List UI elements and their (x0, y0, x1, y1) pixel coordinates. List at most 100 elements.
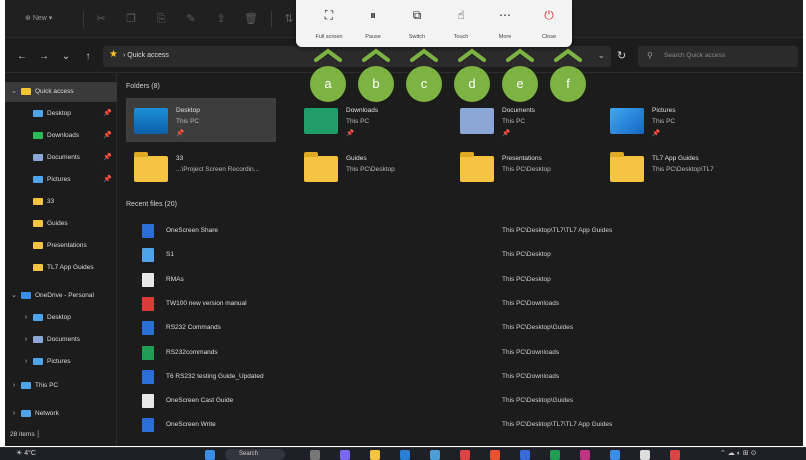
file-location: This PC\Downloads (502, 348, 560, 356)
excel-icon[interactable] (550, 450, 560, 460)
chevron-right-icon[interactable]: › (21, 308, 31, 328)
screen-share-control-popup: ⛶ Full screen ⏸ Pause ⧉ Switch ☝ Touch ⋯ More ⏻ Clo… (296, 0, 572, 47)
folders-heading[interactable]: Folders (8) (126, 83, 160, 90)
address-bar[interactable]: ★ › Quick access ⌄ (103, 46, 611, 67)
chevron-down-icon[interactable]: ⌄ (9, 286, 19, 306)
file-location: This PC\Desktop\Guides (502, 397, 574, 405)
rename-icon[interactable]: ✎ (183, 11, 199, 27)
folder-tile[interactable]: Desktop This PC 📌 (126, 98, 276, 142)
chevron-down-icon[interactable]: ⌄ (597, 50, 605, 61)
folder-tile[interactable]: Presentations This PC\Desktop (452, 146, 602, 190)
copy-icon[interactable]: ❐ (123, 11, 139, 27)
task-view-icon[interactable] (310, 450, 320, 460)
recent-locations-button[interactable]: ⌄ (59, 50, 73, 64)
folder-tile[interactable]: Downloads This PC 📌 (296, 98, 446, 142)
back-button[interactable]: ← (15, 50, 29, 64)
recent-file-row[interactable]: OneScreen Write This PC\Desktop\TL7\TL7 A… (132, 414, 792, 436)
pin-icon: 📌 (103, 154, 112, 161)
pause-button[interactable]: ⏸ Pause (350, 4, 396, 44)
sidebar-item[interactable]: › Desktop (5, 308, 117, 328)
teams-icon[interactable] (340, 450, 350, 460)
taskbar-search[interactable]: Search (225, 449, 285, 460)
chevron-right-icon[interactable]: › (9, 404, 19, 424)
sidebar-item[interactable]: Presentations (5, 236, 117, 256)
sort-icon[interactable]: ⇅ (281, 11, 297, 27)
file-explorer-icon[interactable] (370, 450, 380, 460)
store-icon[interactable] (430, 450, 440, 460)
status-bar: 28 items │ (10, 431, 41, 438)
folder-tile[interactable]: Documents This PC 📌 (452, 98, 602, 142)
sidebar-item[interactable]: ⌄ Quick access (5, 82, 117, 102)
sidebar-item[interactable]: Desktop 📌 (5, 104, 117, 124)
delete-icon[interactable]: 🗑 (243, 11, 259, 27)
folder-name: 33 (176, 155, 184, 162)
start-button[interactable] (205, 450, 215, 460)
sidebar-item[interactable]: › Documents (5, 330, 117, 350)
switch-button[interactable]: ⧉ Switch (394, 4, 440, 44)
more-button[interactable]: ⋯ More (482, 4, 528, 44)
chevron-right-icon[interactable]: › (21, 352, 31, 372)
folder-path: This PC\Desktop (346, 166, 395, 173)
sidebar-item[interactable]: ⌄ OneDrive - Personal (5, 286, 117, 306)
recent-file-row[interactable]: RS232 Commands This PC\Desktop\Guides (132, 317, 792, 339)
up-button[interactable]: ↑ (81, 50, 95, 64)
new-button[interactable]: ⊕ New ▾ (19, 11, 58, 27)
share-icon[interactable]: ⇪ (213, 11, 229, 27)
callout-letter: f (550, 66, 586, 102)
recent-file-row[interactable]: OneScreen Cast Guide This PC\Desktop\Guid… (132, 390, 792, 412)
sidebar-item-label: Downloads (47, 132, 80, 139)
forward-button[interactable]: → (37, 50, 51, 64)
close-icon: ⏻ (544, 8, 554, 22)
chevron-down-icon[interactable]: ⌄ (9, 82, 19, 102)
word-icon[interactable] (520, 450, 530, 460)
full-screen-button[interactable]: ⛶ Full screen (306, 4, 352, 44)
app-icon[interactable] (580, 450, 590, 460)
more-icon: ⋯ (499, 8, 511, 22)
folder-tile[interactable]: TL7 App Guides This PC\Desktop\TL7 (602, 146, 752, 190)
sidebar-item[interactable]: › Network (5, 404, 117, 424)
close-button[interactable]: ⏻ Close (526, 4, 572, 44)
sidebar-item[interactable]: Pictures 📌 (5, 170, 117, 190)
folder-tile[interactable]: Guides This PC\Desktop (296, 146, 446, 190)
sidebar-item[interactable]: Downloads 📌 (5, 126, 117, 146)
computer-icon (21, 382, 31, 389)
recent-files-heading[interactable]: Recent files (20) (126, 201, 177, 208)
app-icon[interactable] (610, 450, 620, 460)
popup-button-label: Pause (365, 34, 381, 40)
desktop-icon (33, 110, 43, 117)
weather-widget[interactable]: ☀ 4°C (16, 449, 36, 457)
app-icon[interactable] (670, 450, 680, 460)
sidebar-item[interactable]: Documents 📌 (5, 148, 117, 168)
search-box[interactable]: ⚲ Search Quick access (638, 46, 798, 67)
app-icon[interactable] (460, 450, 470, 460)
refresh-icon[interactable]: ↻ (617, 49, 626, 62)
network-icon (21, 410, 31, 417)
chrome-icon[interactable] (490, 450, 500, 460)
recent-file-row[interactable]: S1 This PC\Desktop (132, 244, 792, 266)
folder-tile[interactable]: Pictures This PC 📌 (602, 98, 752, 142)
sidebar-item[interactable]: 33 (5, 192, 117, 212)
folder-tile[interactable]: 33 ...\Project Screen Recordin... (126, 146, 276, 190)
sidebar-item[interactable]: › Pictures (5, 352, 117, 372)
touch-button[interactable]: ☝ Touch (438, 4, 484, 44)
paste-icon[interactable]: ⎘ (153, 11, 169, 27)
sidebar-item[interactable]: › This PC (5, 376, 117, 396)
recent-file-row[interactable]: OneScreen Share This PC\Desktop\TL7\TL7 A… (132, 220, 792, 242)
recent-file-row[interactable]: RS232commands This PC\Downloads (132, 342, 792, 364)
cut-icon[interactable]: ✂ (93, 11, 109, 27)
sidebar-item-label: Desktop (47, 110, 71, 117)
sidebar-item[interactable]: TL7 App Guides (5, 258, 117, 278)
folder-icon (33, 264, 43, 271)
file-location: This PC\Desktop (502, 275, 551, 283)
recent-file-row[interactable]: T6 RS232 testing Guide_Updated This PC\Do… (132, 366, 792, 388)
chevron-right-icon[interactable]: › (21, 330, 31, 350)
recent-file-row[interactable]: RMAs This PC\Desktop (132, 269, 792, 291)
recent-file-row[interactable]: TW100 new version manual This PC\Download… (132, 293, 792, 315)
sidebar-item[interactable]: Guides (5, 214, 117, 234)
system-tray[interactable]: ⌃ ☁ ◐ ⊞ ⊙ (720, 449, 757, 457)
chevron-right-icon[interactable]: › (9, 376, 19, 396)
edge-icon[interactable] (400, 450, 410, 460)
file-name: RS232commands (166, 348, 218, 356)
breadcrumb[interactable]: › Quick access (123, 52, 169, 59)
app-icon[interactable] (640, 450, 650, 460)
